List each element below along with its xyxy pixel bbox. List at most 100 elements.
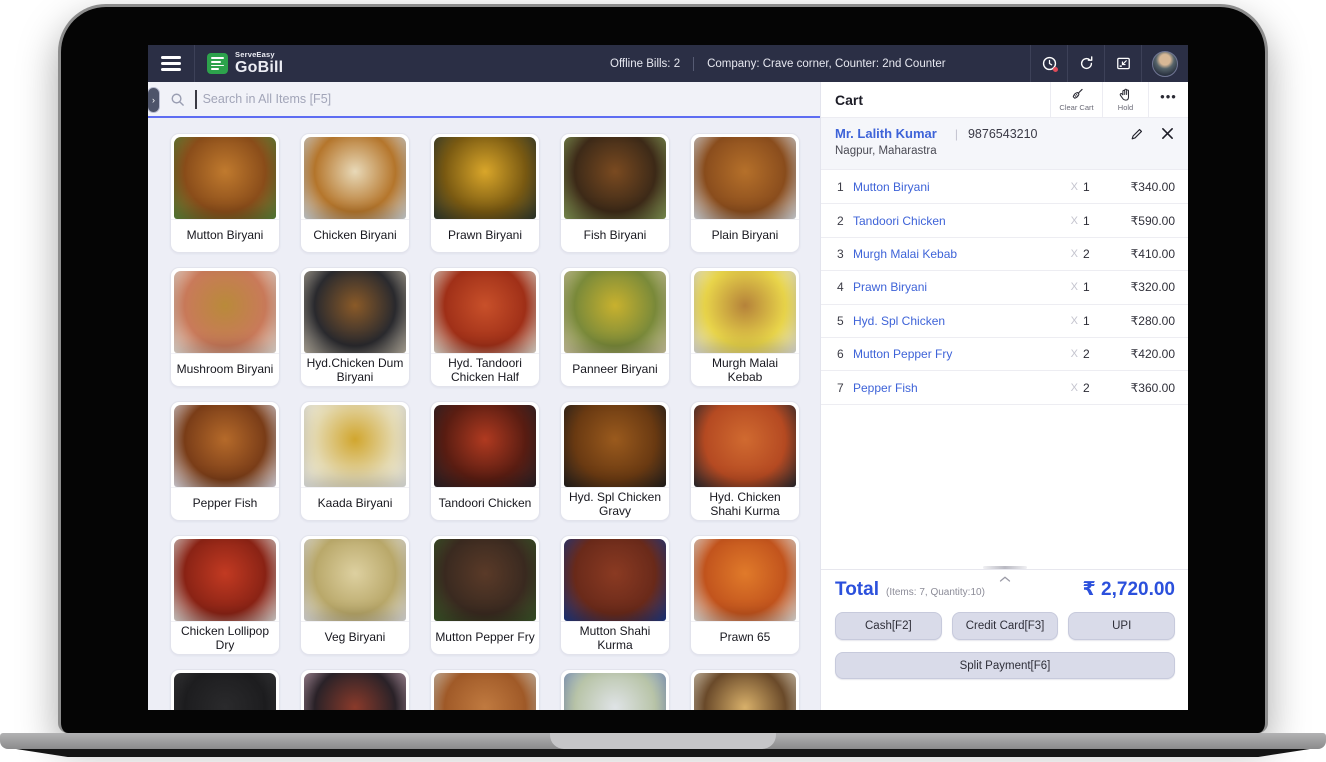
menu-card-partial[interactable] xyxy=(170,669,280,710)
cart-item-quantity[interactable]: 1 xyxy=(1083,314,1105,328)
cart-item-quantity[interactable]: 2 xyxy=(1083,381,1105,395)
cart-more-menu-button[interactable]: ••• xyxy=(1148,82,1188,117)
sidebar-expand-toggle[interactable]: › xyxy=(148,87,160,113)
upi-button[interactable]: UPI xyxy=(1068,612,1175,640)
menu-card[interactable]: Hyd. Spl Chicken Gravy xyxy=(560,401,670,521)
cart-item-name-link[interactable]: Mutton Pepper Fry xyxy=(853,347,1071,361)
hamburger-menu-icon[interactable] xyxy=(148,45,194,82)
total-meta: (Items: 7, Quantity:10) xyxy=(886,587,985,598)
menu-card[interactable]: Prawn Biryani xyxy=(430,133,540,253)
menu-card[interactable]: Prawn 65 xyxy=(690,535,800,655)
cart-item-name-link[interactable]: Tandoori Chicken xyxy=(853,214,1071,228)
cart-item-name-link[interactable]: Murgh Malai Kebab xyxy=(853,247,1071,261)
menu-card[interactable]: Hyd. Tandoori Chicken Half xyxy=(430,267,540,387)
cart-item-row[interactable]: 1Mutton BiryaniX1₹340.00 xyxy=(821,171,1188,204)
quantity-mark: X xyxy=(1071,382,1078,394)
menu-card[interactable]: Hyd.Chicken Dum Biryani xyxy=(300,267,410,387)
cart-item-name-link[interactable]: Hyd. Spl Chicken xyxy=(853,314,1071,328)
menu-card[interactable]: Mutton Shahi Kurma xyxy=(560,535,670,655)
cart-item-number: 1 xyxy=(837,180,853,194)
credit-card-button[interactable]: Credit Card[F3] xyxy=(952,612,1059,640)
food-image xyxy=(174,137,276,219)
refresh-icon xyxy=(1078,55,1095,72)
remove-customer-button[interactable] xyxy=(1161,127,1174,140)
cart-item-price: ₹410.00 xyxy=(1105,247,1175,261)
cart-item-row[interactable]: 7Pepper FishX2₹360.00 xyxy=(821,371,1188,404)
laptop-base-notch xyxy=(550,733,776,749)
menu-card-partial[interactable] xyxy=(560,669,670,710)
food-image xyxy=(304,539,406,621)
food-image xyxy=(304,405,406,487)
search-bar[interactable]: › Search in All Items [F5] xyxy=(148,82,820,118)
alert-badge xyxy=(1053,67,1058,72)
menu-card[interactable]: Chicken Lollipop Dry xyxy=(170,535,280,655)
menu-card[interactable]: Panneer Biryani xyxy=(560,267,670,387)
divider: | xyxy=(955,127,958,141)
menu-card[interactable]: Mutton Biryani xyxy=(170,133,280,253)
search-icon xyxy=(170,92,185,107)
menu-card[interactable]: Mushroom Biryani xyxy=(170,267,280,387)
menu-card-partial[interactable] xyxy=(300,669,410,710)
menu-card-partial[interactable] xyxy=(430,669,540,710)
cart-item-row[interactable]: 3Murgh Malai KebabX2₹410.00 xyxy=(821,238,1188,271)
food-image xyxy=(564,405,666,487)
cart-item-quantity[interactable]: 1 xyxy=(1083,214,1105,228)
cart-item-row[interactable]: 6Mutton Pepper FryX2₹420.00 xyxy=(821,338,1188,371)
menu-card[interactable]: Mutton Pepper Fry xyxy=(430,535,540,655)
pending-sync-button[interactable] xyxy=(1030,45,1067,82)
cart-item-price: ₹360.00 xyxy=(1105,381,1175,395)
brand-name-small: ServeEasy xyxy=(235,51,283,59)
cart-item-row[interactable]: 4Prawn BiryaniX1₹320.00 xyxy=(821,271,1188,304)
menu-item-label: Mutton Shahi Kurma xyxy=(561,621,669,655)
search-input[interactable]: Search in All Items [F5] xyxy=(203,92,332,106)
food-image xyxy=(694,271,796,353)
menu-card[interactable]: Chicken Biryani xyxy=(300,133,410,253)
cart-item-number: 4 xyxy=(837,280,853,294)
user-profile-button[interactable] xyxy=(1141,45,1188,82)
cash-button[interactable]: Cash[F2] xyxy=(835,612,942,640)
edit-customer-button[interactable] xyxy=(1130,127,1144,141)
cart-item-price: ₹590.00 xyxy=(1105,214,1175,228)
cart-item-row[interactable]: 5Hyd. Spl ChickenX1₹280.00 xyxy=(821,305,1188,338)
menu-card[interactable]: Fish Biryani xyxy=(560,133,670,253)
menu-card[interactable]: Kaada Biryani xyxy=(300,401,410,521)
menu-card[interactable]: Tandoori Chicken xyxy=(430,401,540,521)
cart-item-quantity[interactable]: 2 xyxy=(1083,247,1105,261)
cart-item-price: ₹420.00 xyxy=(1105,347,1175,361)
clear-cart-label: Clear Cart xyxy=(1059,103,1093,112)
menu-item-label: Prawn Biryani xyxy=(431,219,539,252)
divider xyxy=(693,57,694,71)
company-counter-info: Company: Crave corner, Counter: 2nd Coun… xyxy=(707,58,945,70)
menu-card-partial[interactable] xyxy=(690,669,800,710)
food-image xyxy=(694,405,796,487)
cart-item-quantity[interactable]: 1 xyxy=(1083,180,1105,194)
cart-item-number: 5 xyxy=(837,314,853,328)
food-image xyxy=(174,405,276,487)
hold-button[interactable]: Hold xyxy=(1102,82,1148,117)
split-payment-button[interactable]: Split Payment[F6] xyxy=(835,652,1175,679)
customer-section: Mr. Lalith Kumar | 9876543210 xyxy=(821,118,1188,170)
menu-card[interactable]: Veg Biryani xyxy=(300,535,410,655)
clear-cart-button[interactable]: Clear Cart xyxy=(1050,82,1102,117)
cart-item-quantity[interactable]: 2 xyxy=(1083,347,1105,361)
cart-item-quantity[interactable]: 1 xyxy=(1083,280,1105,294)
refresh-button[interactable] xyxy=(1067,45,1104,82)
menu-card[interactable]: Murgh Malai Kebab xyxy=(690,267,800,387)
top-bar: ServeEasy GoBill Offline Bills: 2 Compan… xyxy=(148,45,1188,82)
menu-card[interactable]: Pepper Fish xyxy=(170,401,280,521)
brand-name-big: GoBill xyxy=(235,60,283,76)
food-image xyxy=(564,539,666,621)
cart-item-row[interactable]: 2Tandoori ChickenX1₹590.00 xyxy=(821,204,1188,237)
cart-item-name-link[interactable]: Prawn Biryani xyxy=(853,280,1071,294)
screen-fit-button[interactable] xyxy=(1104,45,1141,82)
offline-bills-count: Offline Bills: 2 xyxy=(610,58,680,70)
cart-title: Cart xyxy=(821,82,1050,117)
menu-card[interactable]: Hyd. Chicken Shahi Kurma Gravy xyxy=(690,401,800,521)
cart-item-name-link[interactable]: Mutton Biryani xyxy=(853,180,1071,194)
session-info: Offline Bills: 2 Company: Crave corner, … xyxy=(610,45,946,82)
cart-item-name-link[interactable]: Pepper Fish xyxy=(853,381,1071,395)
menu-item-label: Prawn 65 xyxy=(691,621,799,654)
menu-card[interactable]: Plain Biryani xyxy=(690,133,800,253)
customer-name-link[interactable]: Mr. Lalith Kumar xyxy=(835,126,937,141)
food-image xyxy=(304,673,406,710)
